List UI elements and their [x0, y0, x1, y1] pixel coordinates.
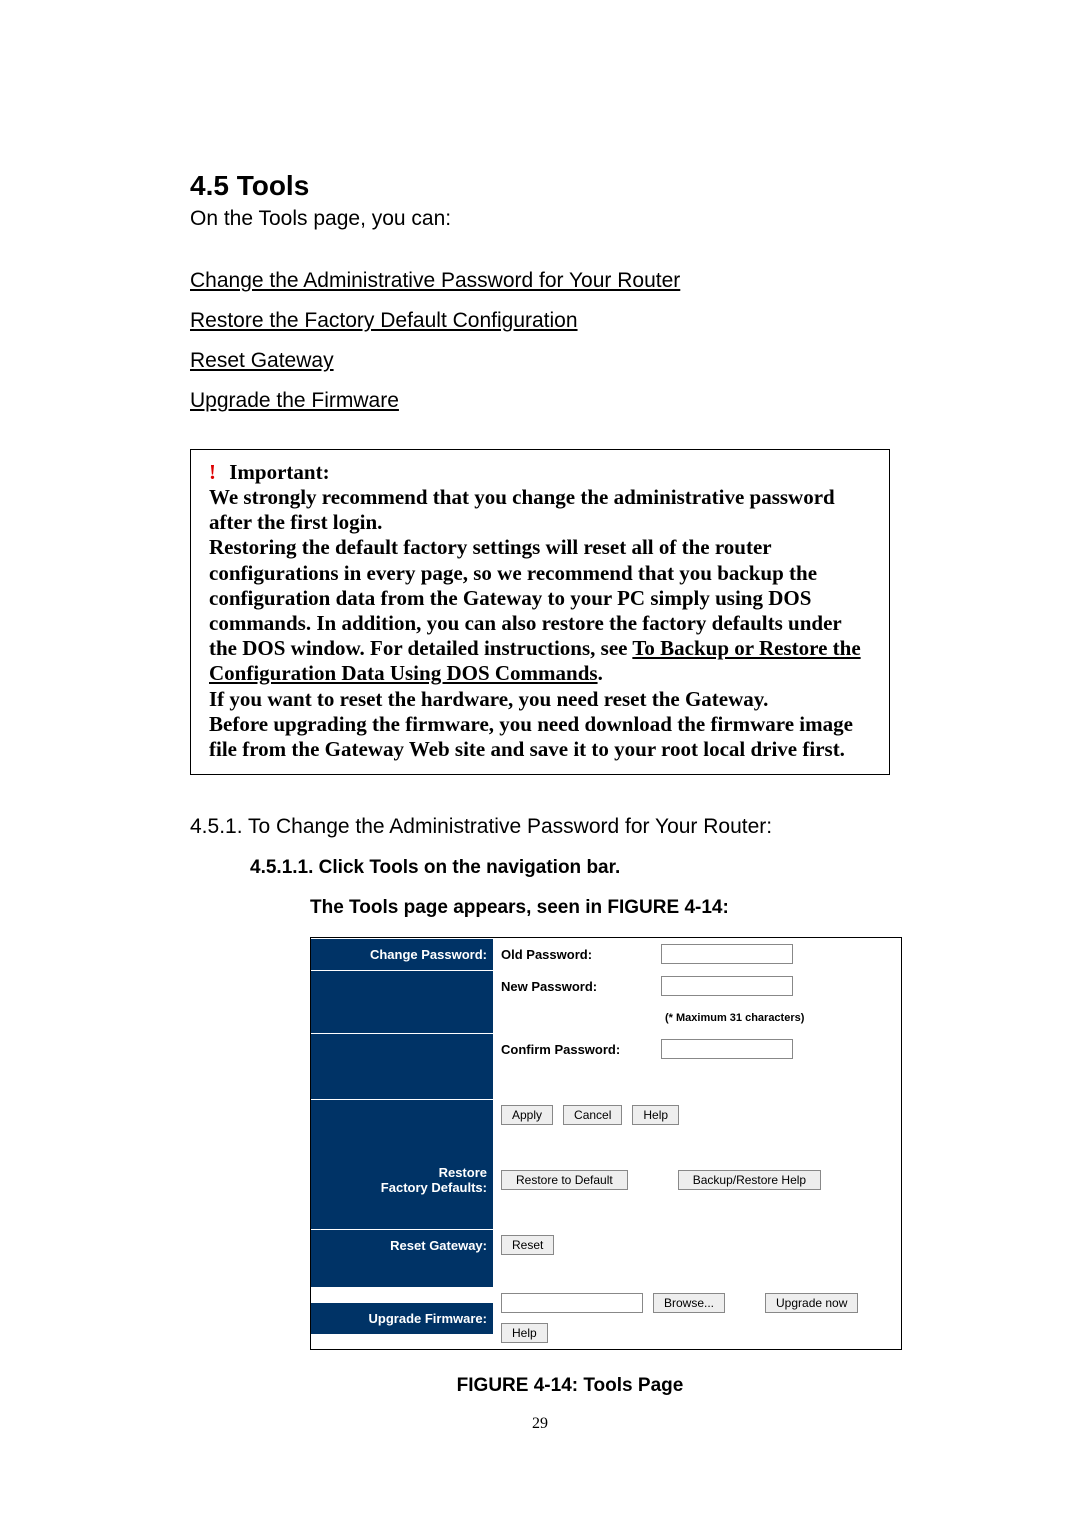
figure-wrapper: Change Password: Old Password: New Passw… [310, 937, 890, 1397]
important-callout: ! Important: We strongly recommend that … [190, 449, 890, 775]
new-password-input[interactable] [661, 976, 793, 996]
old-password-input[interactable] [661, 944, 793, 964]
step-heading: 4.5.1.1. Click Tools on the navigation b… [250, 857, 890, 879]
link-list: Change the Administrative Password for Y… [190, 261, 890, 421]
link-upgrade-firmware[interactable]: Upgrade the Firmware [190, 389, 399, 413]
change-password-section-label: Change Password: [311, 939, 493, 970]
upgrade-now-button[interactable]: Upgrade now [765, 1293, 858, 1313]
subsection-heading: 4.5.1. To Change the Administrative Pass… [190, 815, 890, 839]
figure-caption: FIGURE 4-14: Tools Page [250, 1375, 890, 1397]
upgrade-section-label: Upgrade Firmware: [311, 1303, 493, 1334]
tools-page-screenshot: Change Password: Old Password: New Passw… [310, 937, 902, 1350]
link-reset-gateway[interactable]: Reset Gateway [190, 349, 334, 373]
reset-button[interactable]: Reset [501, 1235, 554, 1255]
confirm-password-input[interactable] [661, 1039, 793, 1059]
warning-icon: ! [209, 460, 216, 484]
firmware-path-input[interactable] [501, 1293, 643, 1313]
cancel-button[interactable]: Cancel [563, 1105, 622, 1125]
important-p3: If you want to reset the hardware, you n… [209, 687, 871, 712]
important-title: Important: [229, 460, 329, 484]
intro-text: On the Tools page, you can: [190, 207, 890, 231]
page-number: 29 [190, 1415, 890, 1433]
figure-lead-caption: The Tools page appears, seen in FIGURE 4… [310, 897, 890, 919]
old-password-label: Old Password: [501, 947, 651, 962]
document-page: 4.5 Tools On the Tools page, you can: Ch… [0, 0, 1080, 1473]
backup-restore-help-button[interactable]: Backup/Restore Help [678, 1170, 821, 1190]
reset-section-label: Reset Gateway: [311, 1230, 493, 1261]
important-p2: Restoring the default factory settings w… [209, 535, 871, 686]
help-button-pw[interactable]: Help [632, 1105, 679, 1125]
help-button-firmware[interactable]: Help [501, 1323, 548, 1343]
restore-section-label: Restore Factory Defaults: [311, 1157, 493, 1203]
important-p1: We strongly recommend that you change th… [209, 485, 871, 535]
confirm-password-label: Confirm Password: [501, 1042, 651, 1057]
new-password-label: New Password: [501, 979, 651, 994]
section-heading: 4.5 Tools [190, 170, 890, 202]
link-restore-factory[interactable]: Restore the Factory Default Configuratio… [190, 309, 578, 333]
max-characters-hint: (* Maximum 31 characters) [665, 1012, 804, 1024]
restore-default-button[interactable]: Restore to Default [501, 1170, 628, 1190]
apply-button[interactable]: Apply [501, 1105, 553, 1125]
browse-button[interactable]: Browse... [653, 1293, 725, 1313]
important-p4: Before upgrading the firmware, you need … [209, 712, 871, 762]
link-change-password[interactable]: Change the Administrative Password for Y… [190, 269, 680, 293]
